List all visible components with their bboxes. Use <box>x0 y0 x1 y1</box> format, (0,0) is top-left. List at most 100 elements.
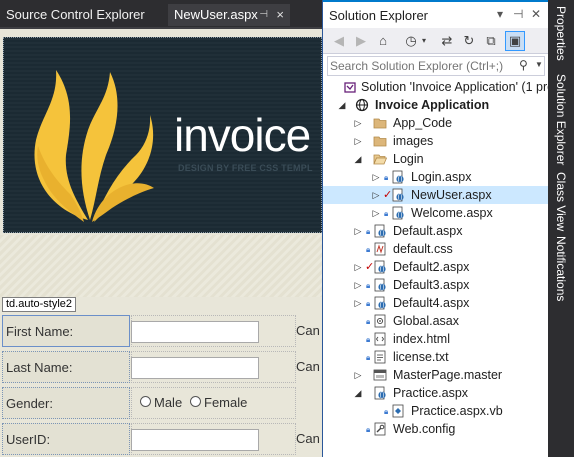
tree-item-default4-aspx[interactable]: ▷ 🔒︎ Default4.aspx <box>323 294 549 312</box>
tree-item-label: images <box>393 134 434 148</box>
filter-dropdown-icon[interactable]: ▾ <box>419 31 429 51</box>
tree-item-welcome-aspx[interactable]: ▷ 🔒︎ Welcome.aspx <box>323 204 549 222</box>
first-name-label[interactable]: First Name: <box>2 315 130 347</box>
tree-item-global-asax[interactable]: 🔒︎ Global.asax <box>323 312 549 330</box>
flame-logo-icon <box>34 70 154 222</box>
checked-in-lock-icon: 🔒︎ <box>366 281 371 290</box>
tree-item-solution[interactable]: Solution 'Invoice Application' (1 pro <box>323 78 549 96</box>
tree-item-web-config[interactable]: 🔒︎ Web.config <box>323 420 549 438</box>
female-radio[interactable] <box>190 396 201 407</box>
window-position-dropdown-icon[interactable]: ▾ <box>497 7 503 21</box>
side-tab-solution-explorer[interactable]: Solution Explorer <box>552 74 570 165</box>
collapsed-arrow-icon[interactable]: ▷ <box>353 132 363 150</box>
tree-item-newuser-aspx[interactable]: ▷ ✓ NewUser.aspx <box>323 186 549 204</box>
tree-item-label: Global.asax <box>393 314 460 328</box>
tree-item-masterpage[interactable]: ▷ MasterPage.master <box>323 366 549 384</box>
collapsed-arrow-icon[interactable]: ▷ <box>353 366 363 384</box>
collapsed-arrow-icon[interactable]: ▷ <box>353 276 363 294</box>
content-background <box>0 235 322 297</box>
tree-item-label: Practice.aspx.vb <box>411 404 503 418</box>
userid-label[interactable]: UserID: <box>2 423 130 455</box>
form-row-first-name: First Name: Can <box>0 313 322 349</box>
pin-tab-icon[interactable]: ⊣ <box>259 4 268 26</box>
side-tab-properties[interactable]: Properties <box>552 6 570 61</box>
selected-element-tag: td.auto-style2 <box>2 297 77 312</box>
sync-with-active-document-icon[interactable]: ⇄ <box>437 31 457 51</box>
userid-textbox[interactable] <box>131 429 259 451</box>
gender-label[interactable]: Gender: <box>2 387 130 419</box>
solution-search-box[interactable]: ⚲ ▼ <box>327 56 545 76</box>
tree-item-app-code[interactable]: ▷ App_Code <box>323 114 549 132</box>
tree-item-default-aspx[interactable]: ▷ 🔒︎ Default.aspx <box>323 222 549 240</box>
back-icon[interactable]: ◀ <box>329 31 349 51</box>
collapsed-arrow-icon[interactable]: ▷ <box>371 186 381 204</box>
last-name-textbox[interactable] <box>131 357 259 379</box>
tree-item-label: Default2.aspx <box>393 260 470 274</box>
collapse-all-icon[interactable]: ⧉ <box>481 31 501 51</box>
aspx-page-icon <box>374 278 386 292</box>
collapsed-arrow-icon[interactable]: ▷ <box>353 294 363 312</box>
asax-file-icon <box>374 314 386 328</box>
checked-in-lock-icon: 🔒︎ <box>366 317 371 326</box>
tab-label: NewUser.aspx <box>174 7 258 22</box>
checked-in-lock-icon: 🔒︎ <box>366 353 371 362</box>
pending-changes-filter-icon[interactable]: ◷ <box>401 31 421 51</box>
tree-item-label: license.txt <box>393 350 449 364</box>
tree-item-default2-aspx[interactable]: ▷ ✓ Default2.aspx <box>323 258 549 276</box>
tree-item-label: Login <box>393 152 424 166</box>
first-name-textbox[interactable] <box>131 321 259 343</box>
checked-in-lock-icon: 🔒︎ <box>366 335 371 344</box>
tree-item-label: Practice.aspx <box>393 386 469 400</box>
tree-item-index-html[interactable]: 🔒︎ index.html <box>323 330 549 348</box>
side-tab-class-view[interactable]: Class View <box>552 172 570 231</box>
aspx-page-icon <box>374 386 386 400</box>
tree-item-login-aspx[interactable]: ▷ 🔒︎ Login.aspx <box>323 168 549 186</box>
tree-item-default-css[interactable]: 🔒︎ default.css <box>323 240 549 258</box>
male-radio-label: Male <box>154 395 183 410</box>
last-name-label[interactable]: Last Name: <box>2 351 130 383</box>
checked-out-check-icon: ✓ <box>365 261 375 273</box>
tab-newuser-aspx[interactable]: NewUser.aspx ⊣ × <box>168 4 290 26</box>
male-radio[interactable] <box>140 396 151 407</box>
forward-icon[interactable]: ▶ <box>351 31 371 51</box>
search-options-dropdown-icon[interactable]: ▼ <box>535 60 543 69</box>
refresh-icon[interactable]: ↻ <box>459 31 479 51</box>
search-icon[interactable]: ⚲ <box>519 58 528 72</box>
checked-in-lock-icon: 🔒︎ <box>366 245 371 254</box>
solution-search-input[interactable] <box>330 58 516 74</box>
collapsed-arrow-icon[interactable]: ▷ <box>371 204 381 222</box>
side-tab-notifications[interactable]: Notifications <box>552 236 570 301</box>
tree-item-label: App_Code <box>393 116 453 130</box>
collapsed-arrow-icon[interactable]: ▷ <box>353 258 363 276</box>
tab-source-control-explorer[interactable]: Source Control Explorer <box>0 4 165 26</box>
collapsed-arrow-icon[interactable]: ▷ <box>353 114 363 132</box>
checked-in-lock-icon: 🔒︎ <box>366 227 371 236</box>
auto-hide-pin-icon[interactable]: ⊣ <box>513 7 523 21</box>
tree-item-license-txt[interactable]: 🔒︎ license.txt <box>323 348 549 366</box>
collapsed-arrow-icon[interactable]: ▷ <box>353 222 363 240</box>
solution-explorer-panel: Solution Explorer ▾ ⊣ ✕ ◀ ▶ ⌂ ◷ ▾ ⇄ ↻ ⧉ … <box>322 0 549 457</box>
close-panel-icon[interactable]: ✕ <box>531 7 541 21</box>
solution-explorer-titlebar: Solution Explorer ▾ ⊣ ✕ <box>323 0 549 28</box>
master-page-icon <box>373 369 387 381</box>
expanded-arrow-icon[interactable]: ◢ <box>353 150 363 168</box>
expanded-arrow-icon[interactable]: ◢ <box>337 96 347 114</box>
solution-tree: Solution 'Invoice Application' (1 pro ◢ … <box>323 78 549 457</box>
checked-in-lock-icon: 🔒︎ <box>366 425 371 434</box>
tree-item-images[interactable]: ▷ images <box>323 132 549 150</box>
header-banner[interactable]: invoice DESIGN BY FREE CSS TEMPL <box>3 37 322 233</box>
expanded-arrow-icon[interactable]: ◢ <box>353 384 363 402</box>
tree-item-project[interactable]: ◢ Invoice Application <box>323 96 549 114</box>
tree-item-label: Login.aspx <box>411 170 472 184</box>
tree-item-practice-aspx[interactable]: ◢ Practice.aspx <box>323 384 549 402</box>
close-tab-icon[interactable]: × <box>276 4 284 26</box>
folder-icon <box>373 118 387 129</box>
collapsed-arrow-icon[interactable]: ▷ <box>371 168 381 186</box>
tree-item-login-folder[interactable]: ◢ Login <box>323 150 549 168</box>
show-all-files-icon[interactable]: ▣ <box>505 31 525 51</box>
design-surface[interactable]: invoice DESIGN BY FREE CSS TEMPL td.auto… <box>0 29 322 457</box>
home-icon[interactable]: ⌂ <box>373 31 393 51</box>
tree-item-practice-vb[interactable]: 🔒︎ Practice.aspx.vb <box>323 402 549 420</box>
tree-item-default3-aspx[interactable]: ▷ 🔒︎ Default3.aspx <box>323 276 549 294</box>
aspx-page-icon <box>374 224 386 238</box>
